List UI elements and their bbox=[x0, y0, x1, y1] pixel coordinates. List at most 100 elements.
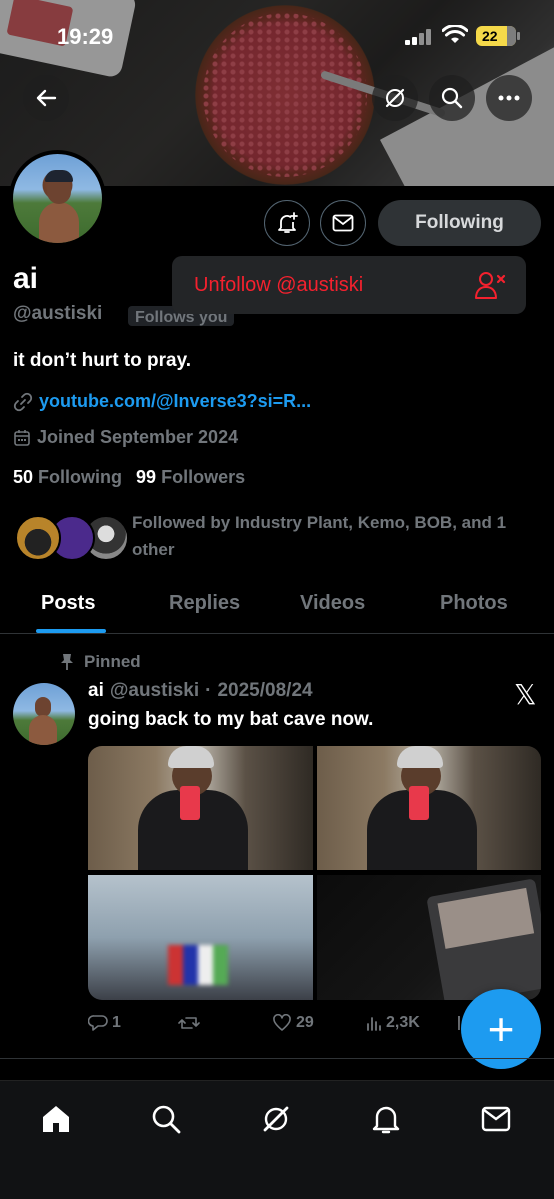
profile-name: ai bbox=[13, 262, 39, 295]
wifi-icon bbox=[442, 25, 468, 43]
tab-replies[interactable]: Replies bbox=[169, 592, 240, 615]
post-media-grid bbox=[88, 746, 541, 1000]
battery-empty bbox=[507, 26, 516, 46]
post-image-4[interactable] bbox=[317, 875, 541, 1000]
grok-icon bbox=[385, 88, 405, 108]
search-icon bbox=[152, 1105, 181, 1134]
envelope-icon bbox=[481, 1106, 511, 1132]
signal-icon bbox=[405, 29, 433, 45]
nav-messages[interactable] bbox=[476, 1099, 516, 1139]
like-button[interactable]: 29 bbox=[272, 1014, 314, 1032]
profile-bio: it don’t hurt to pray. bbox=[13, 350, 192, 371]
person-phone bbox=[180, 786, 200, 820]
more-button[interactable] bbox=[486, 75, 532, 121]
unfollow-label: Unfollow @austiski bbox=[194, 273, 364, 296]
more-icon bbox=[498, 95, 520, 101]
battery-level: 22 bbox=[482, 28, 498, 44]
laptop-screen bbox=[437, 887, 535, 949]
like-count: 29 bbox=[296, 1014, 314, 1031]
tab-videos[interactable]: Videos bbox=[300, 592, 365, 615]
views-icon bbox=[367, 1017, 381, 1031]
views-count: 2,3K bbox=[386, 1014, 420, 1031]
status-bar: 19:29 22 bbox=[0, 0, 554, 70]
followers-count-link[interactable]: 99 Followers bbox=[136, 467, 245, 488]
tab-photos[interactable]: Photos bbox=[440, 592, 508, 615]
post-divider bbox=[0, 1058, 554, 1059]
profile-link[interactable]: youtube.com/@Inverse3?si=R... bbox=[13, 391, 311, 412]
pin-icon bbox=[61, 654, 73, 670]
grok-button[interactable] bbox=[372, 75, 418, 121]
message-button[interactable] bbox=[320, 200, 366, 246]
calendar-icon bbox=[14, 429, 30, 446]
unfollow-menu-item[interactable]: Unfollow @austiski bbox=[172, 256, 526, 314]
followed-by-text[interactable]: Followed by Industry Plant, Kemo, BOB, a… bbox=[132, 509, 542, 563]
pinned-text: Pinned bbox=[84, 652, 141, 671]
home-icon bbox=[43, 1106, 69, 1132]
person-remove-icon bbox=[475, 272, 506, 299]
bell-plus-icon bbox=[278, 212, 298, 233]
notifications-button[interactable] bbox=[264, 200, 310, 246]
grok-icon bbox=[263, 1106, 289, 1132]
post-image-3[interactable] bbox=[88, 875, 313, 1000]
post-text: going back to my bat cave now. bbox=[88, 709, 374, 730]
person-beanie bbox=[168, 746, 214, 768]
post-author-name[interactable]: ai bbox=[88, 680, 104, 702]
status-time: 19:29 bbox=[57, 24, 114, 49]
nav-search[interactable] bbox=[146, 1099, 186, 1139]
link-icon bbox=[13, 392, 33, 411]
post-avatar-body bbox=[29, 715, 57, 745]
search-button[interactable] bbox=[429, 75, 475, 121]
active-tab-indicator bbox=[36, 629, 106, 633]
bell-icon bbox=[372, 1106, 400, 1134]
repost-button[interactable] bbox=[178, 1014, 200, 1032]
profile-link-text[interactable]: youtube.com/@Inverse3?si=R... bbox=[39, 391, 311, 412]
follow-counts: 50 Following 99 Followers bbox=[13, 467, 245, 488]
followers-label: Followers bbox=[161, 467, 246, 487]
nav-grok[interactable] bbox=[256, 1099, 296, 1139]
following-count-link[interactable]: 50 Following bbox=[13, 467, 122, 488]
joined-date: Joined September 2024 bbox=[13, 427, 238, 448]
tab-posts[interactable]: Posts bbox=[41, 592, 95, 615]
post-avatar[interactable] bbox=[13, 683, 75, 745]
following-count: 50 bbox=[13, 467, 34, 487]
person-beanie bbox=[397, 746, 443, 768]
reply-button[interactable]: 1 bbox=[88, 1014, 121, 1032]
profile-tabs: Posts Replies Videos Photos bbox=[0, 584, 554, 634]
post-separator: · bbox=[205, 680, 212, 701]
followed-by-avatars[interactable] bbox=[15, 515, 129, 563]
search-icon bbox=[441, 87, 463, 109]
repost-icon bbox=[178, 1017, 200, 1029]
views-button[interactable]: 2,3K bbox=[366, 1014, 420, 1032]
post-author-handle[interactable]: @austiski bbox=[110, 680, 199, 702]
post-avatar-head bbox=[35, 697, 51, 717]
blurred-patch bbox=[168, 945, 228, 985]
profile-handle: @austiski bbox=[13, 303, 103, 324]
profile-avatar[interactable] bbox=[9, 150, 106, 247]
laptop-shape bbox=[426, 878, 541, 1000]
compose-button[interactable]: + bbox=[461, 989, 541, 1069]
back-button[interactable] bbox=[23, 75, 69, 121]
post-header: ai @austiski · 2025/08/24 bbox=[88, 680, 313, 702]
reply-count: 1 bbox=[112, 1014, 121, 1031]
person-phone bbox=[409, 786, 429, 820]
followers-count: 99 bbox=[136, 467, 157, 487]
pinned-label: Pinned bbox=[60, 652, 141, 672]
follower-avatar bbox=[15, 515, 61, 561]
post-date[interactable]: 2025/08/24 bbox=[217, 680, 312, 702]
x-logo-icon: 𝕏 bbox=[514, 679, 537, 710]
avatar-body bbox=[39, 202, 79, 243]
following-button[interactable]: Following bbox=[378, 200, 541, 246]
battery-icon: 22 bbox=[476, 26, 520, 46]
envelope-icon bbox=[332, 214, 354, 232]
joined-text: Joined September 2024 bbox=[37, 427, 239, 447]
nav-home[interactable] bbox=[36, 1099, 76, 1139]
following-label: Following bbox=[38, 467, 123, 487]
bottom-navigation bbox=[0, 1080, 554, 1199]
arrow-left-icon bbox=[36, 89, 57, 107]
nav-notifications[interactable] bbox=[366, 1099, 406, 1139]
heart-icon bbox=[273, 1014, 291, 1031]
post-image-2[interactable] bbox=[317, 746, 541, 870]
post-image-1[interactable] bbox=[88, 746, 313, 870]
avatar-cap bbox=[45, 170, 73, 182]
reply-icon bbox=[88, 1015, 108, 1031]
